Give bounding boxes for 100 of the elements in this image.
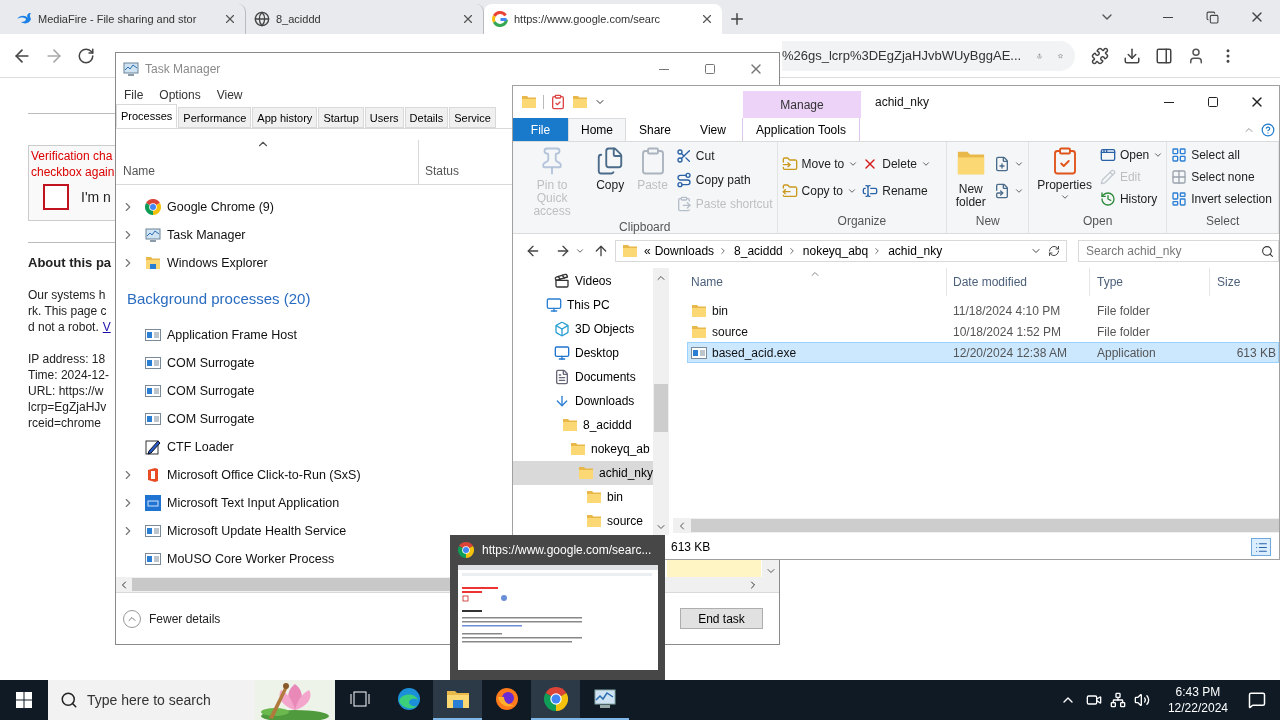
- nav-item[interactable]: bin: [513, 485, 653, 509]
- tab[interactable]: Startup: [318, 107, 364, 128]
- menu-item[interactable]: File: [124, 86, 144, 104]
- ribbon-button[interactable]: Open: [1099, 146, 1164, 164]
- nav-item[interactable]: Videos: [513, 269, 653, 293]
- tab[interactable]: Users: [364, 107, 404, 128]
- ribbon-button[interactable]: [994, 155, 1025, 172]
- process-name[interactable]: Task Manager: [167, 225, 246, 245]
- ribbon-button[interactable]: Properties: [1033, 142, 1096, 202]
- help-icon[interactable]: [1261, 122, 1275, 137]
- column-header[interactable]: Name: [687, 268, 946, 296]
- scroll-thumb[interactable]: [654, 384, 668, 432]
- tab[interactable]: Processes: [116, 104, 178, 128]
- column-header[interactable]: Type: [1089, 268, 1209, 296]
- nav-item[interactable]: 8_aciddd: [513, 413, 653, 437]
- recent-caret-icon[interactable]: [575, 246, 585, 256]
- file-row[interactable]: source 10/18/2024 1:52 PM File folder: [687, 321, 1279, 342]
- nav-item[interactable]: achid_nky: [513, 461, 653, 485]
- address-field[interactable]: « Downloads 8_aciddd nokeyq_abq achid_nky: [615, 240, 1067, 262]
- end-task-button[interactable]: End task: [680, 608, 763, 629]
- forward-icon[interactable]: [555, 243, 571, 259]
- taskbar-button[interactable]: [531, 680, 580, 720]
- restore-icon[interactable]: [1206, 10, 1219, 24]
- ribbon-tab[interactable]: File: [513, 118, 568, 141]
- ribbon-button[interactable]: Copy to: [781, 181, 859, 200]
- ribbon-button[interactable]: [994, 182, 1025, 199]
- tab[interactable]: App history: [252, 107, 318, 128]
- ribbon-tab[interactable]: Home: [568, 118, 626, 141]
- clock[interactable]: 6:43 PM 12/22/2024: [1161, 684, 1234, 716]
- column-header[interactable]: Size: [1209, 268, 1279, 296]
- process-name[interactable]: Windows Explorer: [167, 253, 268, 273]
- up-icon[interactable]: [593, 243, 609, 259]
- scroll-thumb[interactable]: [132, 578, 450, 591]
- process-name[interactable]: MoUSO Core Worker Process: [167, 549, 335, 569]
- tab[interactable]: Performance: [178, 107, 252, 128]
- nav-item[interactable]: Downloads: [513, 389, 653, 413]
- nav-item[interactable]: Documents: [513, 365, 653, 389]
- help-link[interactable]: V: [102, 318, 111, 335]
- extensions-icon[interactable]: [1091, 46, 1109, 65]
- breadcrumb[interactable]: nokeyq_abq: [802, 242, 869, 260]
- process-name[interactable]: COM Surrogate: [167, 409, 255, 429]
- ribbon-button[interactable]: History: [1099, 190, 1164, 208]
- camera-icon[interactable]: [1085, 692, 1102, 708]
- breadcrumb[interactable]: 8_aciddd: [734, 242, 783, 260]
- captcha-checkbox[interactable]: [43, 184, 69, 210]
- properties-icon[interactable]: [550, 94, 566, 110]
- tab[interactable]: Service: [449, 107, 496, 128]
- scroll-thumb[interactable]: [691, 519, 1279, 532]
- process-name[interactable]: Microsoft Text Input Application: [167, 493, 340, 513]
- column-header[interactable]: Name: [116, 140, 418, 184]
- profile-icon[interactable]: [1187, 46, 1205, 65]
- browser-tab[interactable]: https://www.google.com/searc: [484, 4, 722, 34]
- ribbon-button[interactable]: Rename: [862, 181, 931, 200]
- nav-item[interactable]: Desktop: [513, 341, 653, 365]
- ribbon-button[interactable]: Select all: [1171, 146, 1272, 164]
- ribbon-button[interactable]: New folder: [951, 142, 991, 209]
- network-icon[interactable]: [1109, 692, 1126, 708]
- ribbon-tab[interactable]: View: [684, 118, 742, 141]
- ribbon-tab[interactable]: Share: [626, 118, 684, 141]
- process-name[interactable]: COM Surrogate: [167, 353, 255, 373]
- nav-item[interactable]: 3D Objects: [513, 317, 653, 341]
- ribbon-button[interactable]: Delete: [862, 154, 931, 173]
- reload-icon[interactable]: [77, 46, 95, 65]
- nav-item[interactable]: This PC: [513, 293, 653, 317]
- process-name[interactable]: COM Surrogate: [167, 381, 255, 401]
- fewer-details-link[interactable]: Fewer details: [149, 609, 221, 628]
- menu-item[interactable]: Options: [159, 86, 201, 104]
- taskbar-search-field[interactable]: Type here to search: [48, 680, 335, 720]
- ribbon-button[interactable]: Cut: [675, 147, 773, 165]
- tab[interactable]: Details: [404, 107, 449, 128]
- process-name[interactable]: Microsoft Update Health Service: [167, 521, 347, 541]
- process-name[interactable]: Application Frame Host: [167, 325, 297, 345]
- ribbon-button[interactable]: Copy: [591, 142, 630, 192]
- ribbon-button[interactable]: Copy path: [675, 171, 773, 189]
- taskbar-button[interactable]: [433, 680, 482, 720]
- breadcrumb[interactable]: Downloads: [654, 242, 715, 260]
- details-view-button[interactable]: [1251, 538, 1271, 556]
- menu-item[interactable]: View: [216, 86, 243, 104]
- side-panel-icon[interactable]: [1155, 46, 1173, 65]
- download-icon[interactable]: [1123, 46, 1141, 65]
- process-name[interactable]: Microsoft Office Click-to-Run (SxS): [167, 465, 361, 485]
- notifications-icon[interactable]: [1248, 691, 1266, 709]
- refresh-icon[interactable]: [1048, 245, 1060, 257]
- new-tab-icon[interactable]: [728, 10, 746, 28]
- back-icon[interactable]: [525, 243, 541, 259]
- close-icon[interactable]: [223, 12, 237, 26]
- browser-tab[interactable]: MediaFire - File sharing and stor: [8, 4, 246, 34]
- nav-item[interactable]: source: [513, 509, 653, 533]
- column-header[interactable]: Date modified: [946, 268, 1089, 296]
- ribbon-button[interactable]: Move to: [781, 154, 859, 173]
- breadcrumb[interactable]: achid_nky: [888, 242, 943, 260]
- address-bar[interactable]: %26gs_lcrp%3DEgZjaHJvbWUyBggAE...: [782, 40, 1075, 71]
- process-name[interactable]: CTF Loader: [167, 437, 234, 457]
- ribbon-button[interactable]: Invert selection: [1171, 190, 1272, 208]
- close-icon[interactable]: [461, 12, 475, 26]
- nav-item[interactable]: nokeyq_ab: [513, 437, 653, 461]
- ribbon-button[interactable]: Select none: [1171, 168, 1272, 186]
- process-name[interactable]: Google Chrome (9): [167, 197, 274, 217]
- file-row[interactable]: bin 11/18/2024 4:10 PM File folder: [687, 300, 1279, 321]
- volume-icon[interactable]: [1133, 692, 1150, 708]
